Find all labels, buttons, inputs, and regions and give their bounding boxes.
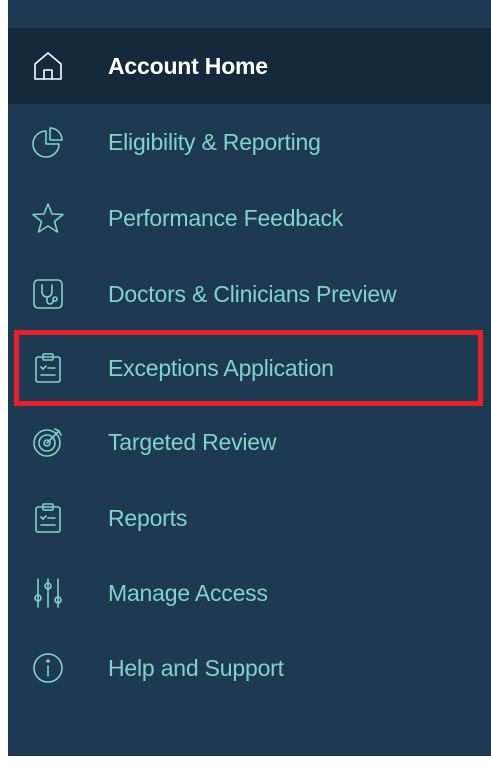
target-icon: [30, 424, 66, 460]
sidebar-item-reports[interactable]: Reports: [8, 480, 491, 556]
stethoscope-icon: [30, 276, 66, 312]
sidebar-item-label: Eligibility & Reporting: [108, 128, 321, 155]
star-icon: [30, 200, 66, 236]
clipboard-icon: [30, 500, 66, 536]
sidebar-item-targeted-review[interactable]: Targeted Review: [8, 404, 491, 480]
sidebar-item-help-support[interactable]: Help and Support: [8, 630, 491, 706]
clipboard-icon: [30, 350, 66, 386]
sidebar-item-exceptions-application[interactable]: Exceptions Application: [8, 330, 491, 406]
screenshot-frame: Account Home Eligibility & Reporting Per…: [0, 0, 491, 768]
sliders-icon: [30, 575, 66, 611]
home-icon: [30, 48, 66, 84]
sidebar-item-label: Performance Feedback: [108, 204, 344, 231]
sidebar-top-spacer: [8, 0, 491, 28]
sidebar-item-doctors-clinicians-preview[interactable]: Doctors & Clinicians Preview: [8, 256, 491, 332]
info-icon: [30, 650, 66, 686]
sidebar-item-account-home[interactable]: Account Home: [8, 28, 491, 104]
sidebar-item-label: Reports: [108, 504, 188, 531]
sidebar-item-label: Targeted Review: [108, 428, 277, 455]
sidebar-item-label: Exceptions Application: [108, 354, 334, 381]
sidebar-item-label: Account Home: [108, 52, 268, 79]
sidebar-item-eligibility-reporting[interactable]: Eligibility & Reporting: [8, 104, 491, 180]
pie-chart-icon: [30, 124, 66, 160]
sidebar-item-performance-feedback[interactable]: Performance Feedback: [8, 180, 491, 256]
sidebar-item-label: Doctors & Clinicians Preview: [108, 280, 397, 307]
sidebar-item-label: Help and Support: [108, 654, 284, 681]
sidebar-item-manage-access[interactable]: Manage Access: [8, 555, 491, 631]
sidebar-nav: Account Home Eligibility & Reporting Per…: [8, 0, 491, 756]
sidebar-item-label: Manage Access: [108, 579, 268, 606]
bottom-margin: [0, 756, 491, 768]
